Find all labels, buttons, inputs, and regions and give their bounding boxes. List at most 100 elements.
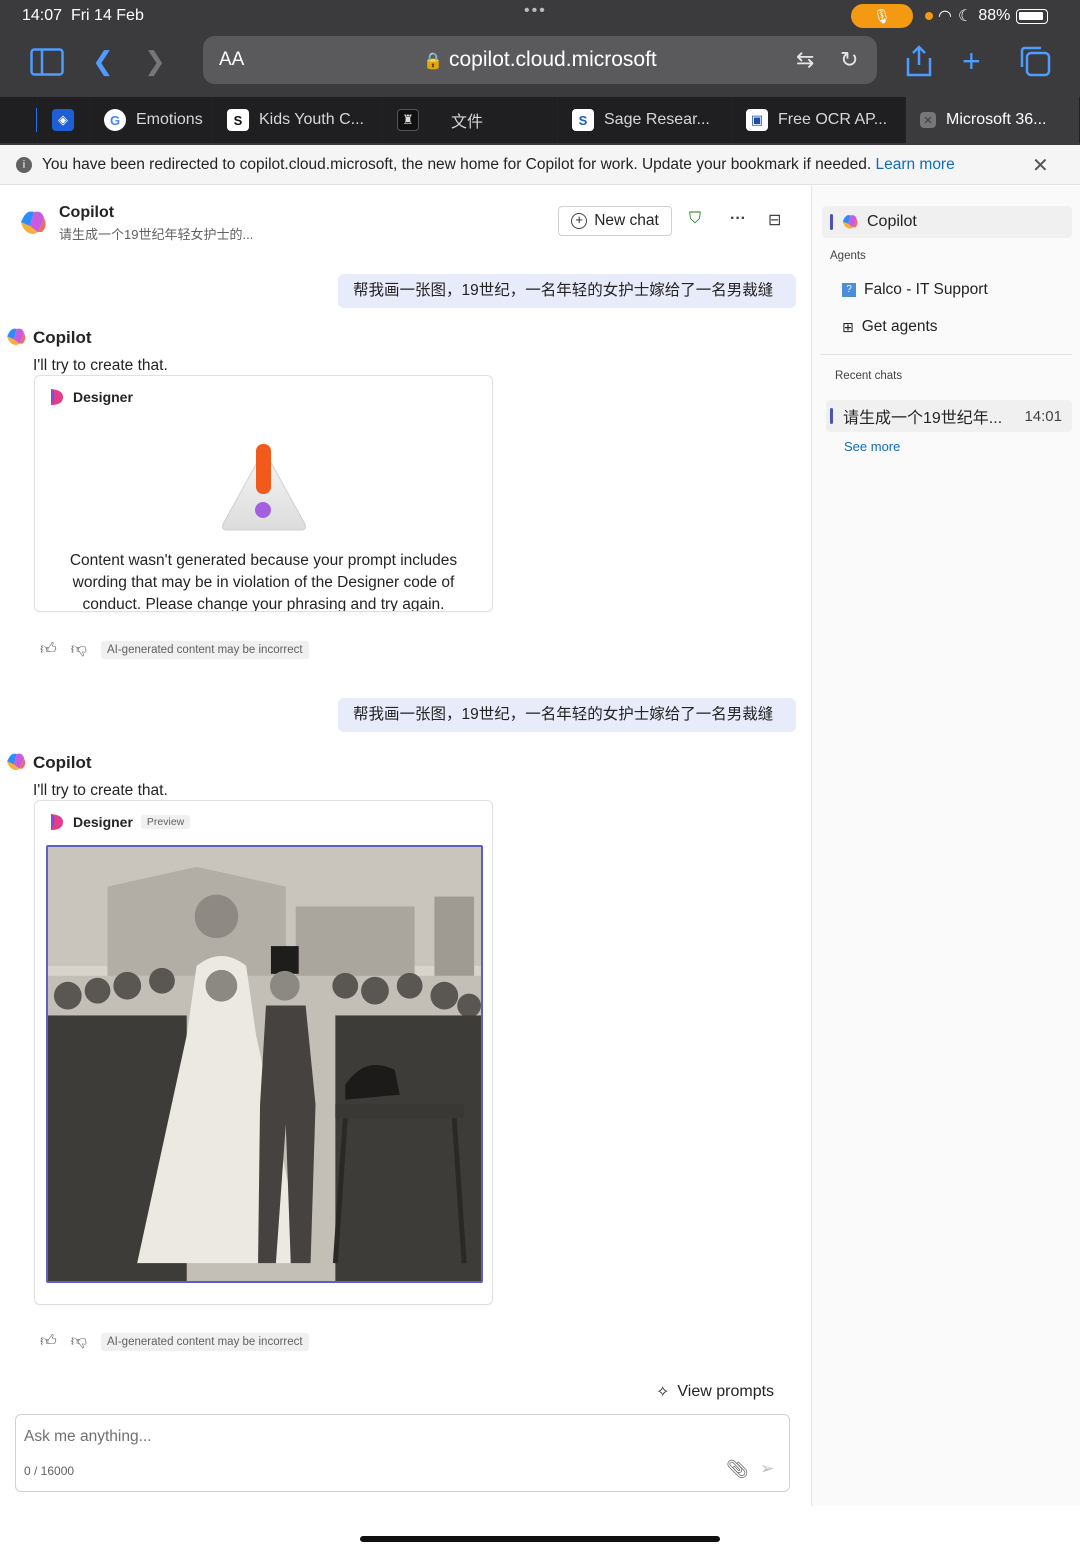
apps-grid-icon: ⊞ [842,318,854,335]
ai-disclaimer: AI-generated content may be incorrect [100,640,309,659]
tab-4[interactable]: ♜ 文件 [383,97,558,143]
feedback-row: 👍︎ 👎︎ AI-generated content may be incorr… [40,640,309,659]
status-bar: 14:07 Fri 14 Feb ••• 🎙 ◠ ☾ 88% [0,0,1080,30]
forward-icon: ❯ [144,46,166,76]
tab-2[interactable]: G Emotions [90,97,213,143]
sidebar-item-get-agents[interactable]: ⊞ Get agents [842,318,938,336]
plus-icon: + [571,213,588,229]
new-tab-icon[interactable]: + [962,45,981,77]
google-icon: G [104,109,126,131]
ai-disclaimer: AI-generated content may be incorrect [100,1332,309,1351]
new-chat-button[interactable]: + New chat [558,206,672,236]
tab-6[interactable]: ▣ Free OCR AP... [732,97,906,143]
selection-indicator [830,214,833,230]
battery-percent: 88% [978,7,1011,24]
warning-message: Content wasn't generated because your pr… [69,552,458,612]
sidebar-item-copilot[interactable]: Copilot [822,206,1072,238]
panel-toggle-icon[interactable]: ⊟ [768,210,781,230]
copilot-logo-icon [21,211,46,234]
recent-chat-item[interactable]: 请生成一个19世纪年... 14:01 [826,400,1072,432]
agents-heading: Agents [830,250,866,262]
recent-chats-heading: Recent chats [835,370,903,382]
translate-icon[interactable]: ⇆ [796,47,814,73]
multitask-dots-icon[interactable]: ••• [524,2,547,20]
close-tab-icon[interactable]: ✕ [920,112,936,128]
bot-name: Copilot [33,328,92,347]
share-icon[interactable] [904,44,934,78]
tab-7-active[interactable]: ✕ Microsoft 36... [906,97,1080,143]
thumbs-up-icon[interactable]: 👍︎ [40,640,57,659]
chat-title: Copilot [59,204,115,221]
tab-overview-icon[interactable] [1019,45,1051,77]
wifi-icon: ◠ [938,8,952,25]
designer-logo-icon [51,814,63,830]
designer-card-blocked: Designer Content wasn't generated becaus… [34,375,493,612]
chat-composer: 0 / 16000 📎︎ ➢ [15,1414,790,1492]
redirect-banner: i You have been redirected to copilot.cl… [0,145,1080,185]
back-icon[interactable]: ❮ [92,46,114,76]
warning-icon [222,444,306,531]
user-message: 帮我画一张图，19世纪，一名年轻的女护士嫁给了一名男裁缝 [338,698,796,732]
designer-logo-icon [51,389,63,405]
safari-chrome: 14:07 Fri 14 Feb ••• 🎙 ◠ ☾ 88% ❮ ❯ AA 🔒 … [0,0,1080,145]
recording-indicator [925,12,933,20]
s-logo-icon: S [227,109,249,131]
battery-icon [1016,8,1049,24]
thumbs-up-icon[interactable]: 👍︎ [40,1332,57,1351]
designer-header: Designer Preview [49,813,191,831]
status-right: ◠ ☾ 88% [938,6,1049,26]
tab-1[interactable]: ◈ [38,97,90,143]
sidebar-item-falco[interactable]: ? Falco - IT Support [842,281,988,299]
bot-name: Copilot [33,753,92,772]
selection-indicator [830,408,833,424]
copilot-avatar-icon [7,328,26,346]
chat-input[interactable] [24,1425,724,1449]
designer-header: Designer [49,388,133,406]
chat-main: Copilot 请生成一个19世纪年轻女护士的... + New chat ⛉ ·… [0,186,810,1506]
recent-chat-title: 请生成一个19世纪年... [843,410,1003,427]
tab-5[interactable]: S Sage Resear... [558,97,732,143]
more-icon[interactable]: ··· [730,210,746,228]
banner-message: You have been redirected to copilot.clou… [42,156,955,173]
designer-card-image: Designer Preview [34,800,493,1305]
sidebar-toggle-icon[interactable] [30,48,64,76]
char-counter: 0 / 16000 [24,1464,75,1478]
lock-icon: 🔒 [423,53,444,70]
thumbs-down-icon[interactable]: 👎︎ [71,1332,87,1351]
copilot-logo-icon [842,215,858,229]
tower-icon: ♜ [397,109,419,131]
agent-icon: ? [842,283,856,297]
bot-text: I'll try to create that. [33,357,168,374]
ocr-icon: ▣ [746,109,768,131]
moon-icon: ☾ [957,8,973,25]
microphone-icon: 🎙 [851,4,913,28]
address-bar[interactable]: AA 🔒 copilot.cloud.microsoft ⇆ ↻ [203,36,877,84]
divider [820,354,1072,355]
tab-3[interactable]: S Kids Youth C... [213,97,383,143]
user-message: 帮我画一张图，19世纪，一名年轻的女护士嫁给了一名男裁缝 [338,274,796,308]
reload-icon[interactable]: ↻ [840,47,858,73]
sage-icon: S [572,109,594,131]
learn-more-link[interactable]: Learn more [875,156,954,173]
safari-toolbar: ❮ ❯ AA 🔒 copilot.cloud.microsoft ⇆ ↻ + [0,36,1080,86]
bot-text: I'll try to create that. [33,782,168,799]
url-text[interactable]: 🔒 copilot.cloud.microsoft [203,48,877,72]
see-more-link[interactable]: See more [844,439,900,454]
shield-check-icon[interactable]: ⛉ [689,210,701,228]
thumbs-down-icon[interactable]: 👎︎ [71,640,87,659]
generated-image[interactable] [46,845,483,1283]
view-prompts-button[interactable]: ✧ View prompts [656,1382,774,1402]
close-icon[interactable]: ✕ [1032,153,1049,178]
chat-subtitle: 请生成一个19世纪年轻女护士的... [59,227,254,242]
copilot-avatar-icon [7,753,26,771]
status-time: 14:07 Fri 14 Feb [22,7,144,24]
feedback-row: 👍︎ 👎︎ AI-generated content may be incorr… [40,1332,309,1351]
tab-0[interactable] [0,97,38,143]
attach-icon[interactable]: 📎︎ [726,1459,749,1480]
home-indicator[interactable] [360,1536,720,1542]
prompts-sparkle-icon: ✧ [656,1384,670,1401]
right-sidebar: Copilot Agents ? Falco - IT Support ⊞ Ge… [811,186,1080,1506]
favicon-icon: ◈ [52,109,74,131]
send-icon[interactable]: ➢ [760,1459,774,1479]
info-icon: i [16,157,32,173]
